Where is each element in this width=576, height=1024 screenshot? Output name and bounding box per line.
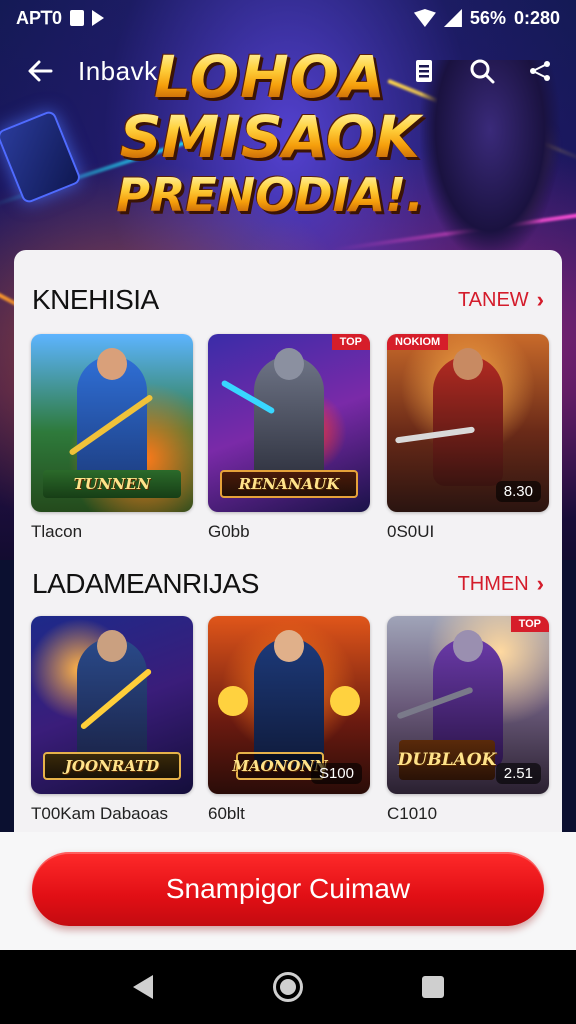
battery-percent: 56% — [469, 7, 506, 28]
see-all-label: TANEW — [457, 288, 529, 311]
game-row: JOONRATD T00Kam Dabaoas MAONONN S100 60b… — [31, 616, 549, 836]
game-plate: JOONRATD — [43, 752, 181, 780]
share-icon — [530, 61, 550, 81]
see-all-link[interactable]: TANEW › — [458, 287, 544, 313]
search-button[interactable] — [460, 49, 504, 93]
bookmark-button[interactable] — [402, 49, 446, 93]
game-badge: TOP — [331, 334, 370, 350]
nav-home-button[interactable] — [258, 957, 318, 1017]
game-rating: S100 — [310, 763, 362, 784]
game-rating: 8.30 — [495, 481, 541, 502]
nav-recents-button[interactable] — [403, 957, 463, 1017]
game-tile[interactable]: TUNNEN Tlacon — [31, 334, 193, 542]
signal-icon — [443, 9, 462, 27]
nav-home-icon — [272, 972, 303, 1002]
see-all-label: THMEN — [457, 572, 529, 595]
game-tile[interactable]: MAONONN S100 60blt — [208, 616, 370, 824]
game-title: Tlacon — [31, 522, 83, 541]
game-tile[interactable]: JOONRATD T00Kam Dabaoas — [31, 616, 193, 824]
game-thumbnail: TUNNEN — [31, 334, 193, 512]
see-all-link[interactable]: THMEN › — [458, 571, 544, 597]
game-list-card: KNEHISIA TANEW › TUNNEN Tlacon RENANAUK … — [14, 250, 562, 850]
game-title: C1010 — [387, 804, 438, 823]
play-icon — [92, 10, 105, 26]
app-bar: Inbavk — [0, 42, 576, 100]
game-title: 0S0UI — [387, 522, 435, 541]
game-rating: 2.51 — [495, 763, 541, 784]
chevron-right-icon: › — [536, 571, 544, 596]
primary-cta-button[interactable]: Snampigor Cuimaw — [32, 852, 544, 926]
game-tile[interactable]: NOKIOM 8.30 0S0UI — [387, 334, 549, 542]
status-time: 0:280 — [513, 7, 560, 28]
banner-line-2: SMISAOK — [100, 108, 440, 166]
game-thumbnail: DUBLAOK TOP 2.51 — [387, 616, 549, 794]
game-badge: NOKIOM — [387, 334, 449, 350]
game-thumbnail: MAONONN S100 — [208, 616, 370, 794]
game-thumbnail: NOKIOM 8.30 — [387, 334, 549, 512]
banner-line-3: PRENODIA!. — [100, 172, 440, 218]
status-left-text: APꓔ0 — [16, 7, 63, 28]
chevron-right-icon: › — [536, 287, 544, 312]
status-bar: APꓔ0 56% 0:280 — [0, 0, 576, 36]
nav-back-button[interactable] — [113, 957, 173, 1017]
nav-back-icon — [132, 975, 153, 999]
section-title: LADAMEANRIJAS — [32, 568, 259, 599]
notification-icon — [70, 10, 85, 26]
section-header: KNEHISIA TANEW › — [32, 280, 544, 320]
game-title: 60blt — [208, 804, 245, 823]
game-thumbnail: JOONRATD — [31, 616, 193, 794]
share-button[interactable] — [518, 49, 562, 93]
cta-area: Snampigor Cuimaw — [0, 832, 576, 950]
game-tile[interactable]: DUBLAOK TOP 2.51 C1010 — [387, 616, 549, 824]
section-title: KNEHISIA — [32, 284, 159, 315]
back-button[interactable] — [18, 49, 62, 93]
game-badge: TOP — [510, 616, 549, 632]
wifi-icon — [413, 9, 436, 27]
game-row: TUNNEN Tlacon RENANAUK TOP G0bb NOKIOM 8… — [31, 334, 549, 554]
section-header: LADAMEANRIJAS THMEN › — [32, 564, 544, 604]
system-nav-bar — [0, 950, 576, 1024]
game-plate: RENANAUK — [220, 470, 358, 498]
bookmark-icon — [416, 60, 432, 82]
game-tile[interactable]: RENANAUK TOP G0bb — [208, 334, 370, 542]
game-plate: DUBLAOK — [398, 740, 496, 780]
back-arrow-icon — [28, 60, 53, 82]
search-icon — [470, 59, 495, 84]
game-plate: TUNNEN — [43, 470, 181, 498]
game-thumbnail: RENANAUK TOP — [208, 334, 370, 512]
nav-recents-icon — [422, 976, 445, 998]
game-title: G0bb — [208, 522, 250, 541]
floating-card-graphic — [0, 109, 83, 205]
game-title: T00Kam Dabaoas — [31, 804, 169, 823]
app-title: Inbavk — [78, 55, 158, 86]
